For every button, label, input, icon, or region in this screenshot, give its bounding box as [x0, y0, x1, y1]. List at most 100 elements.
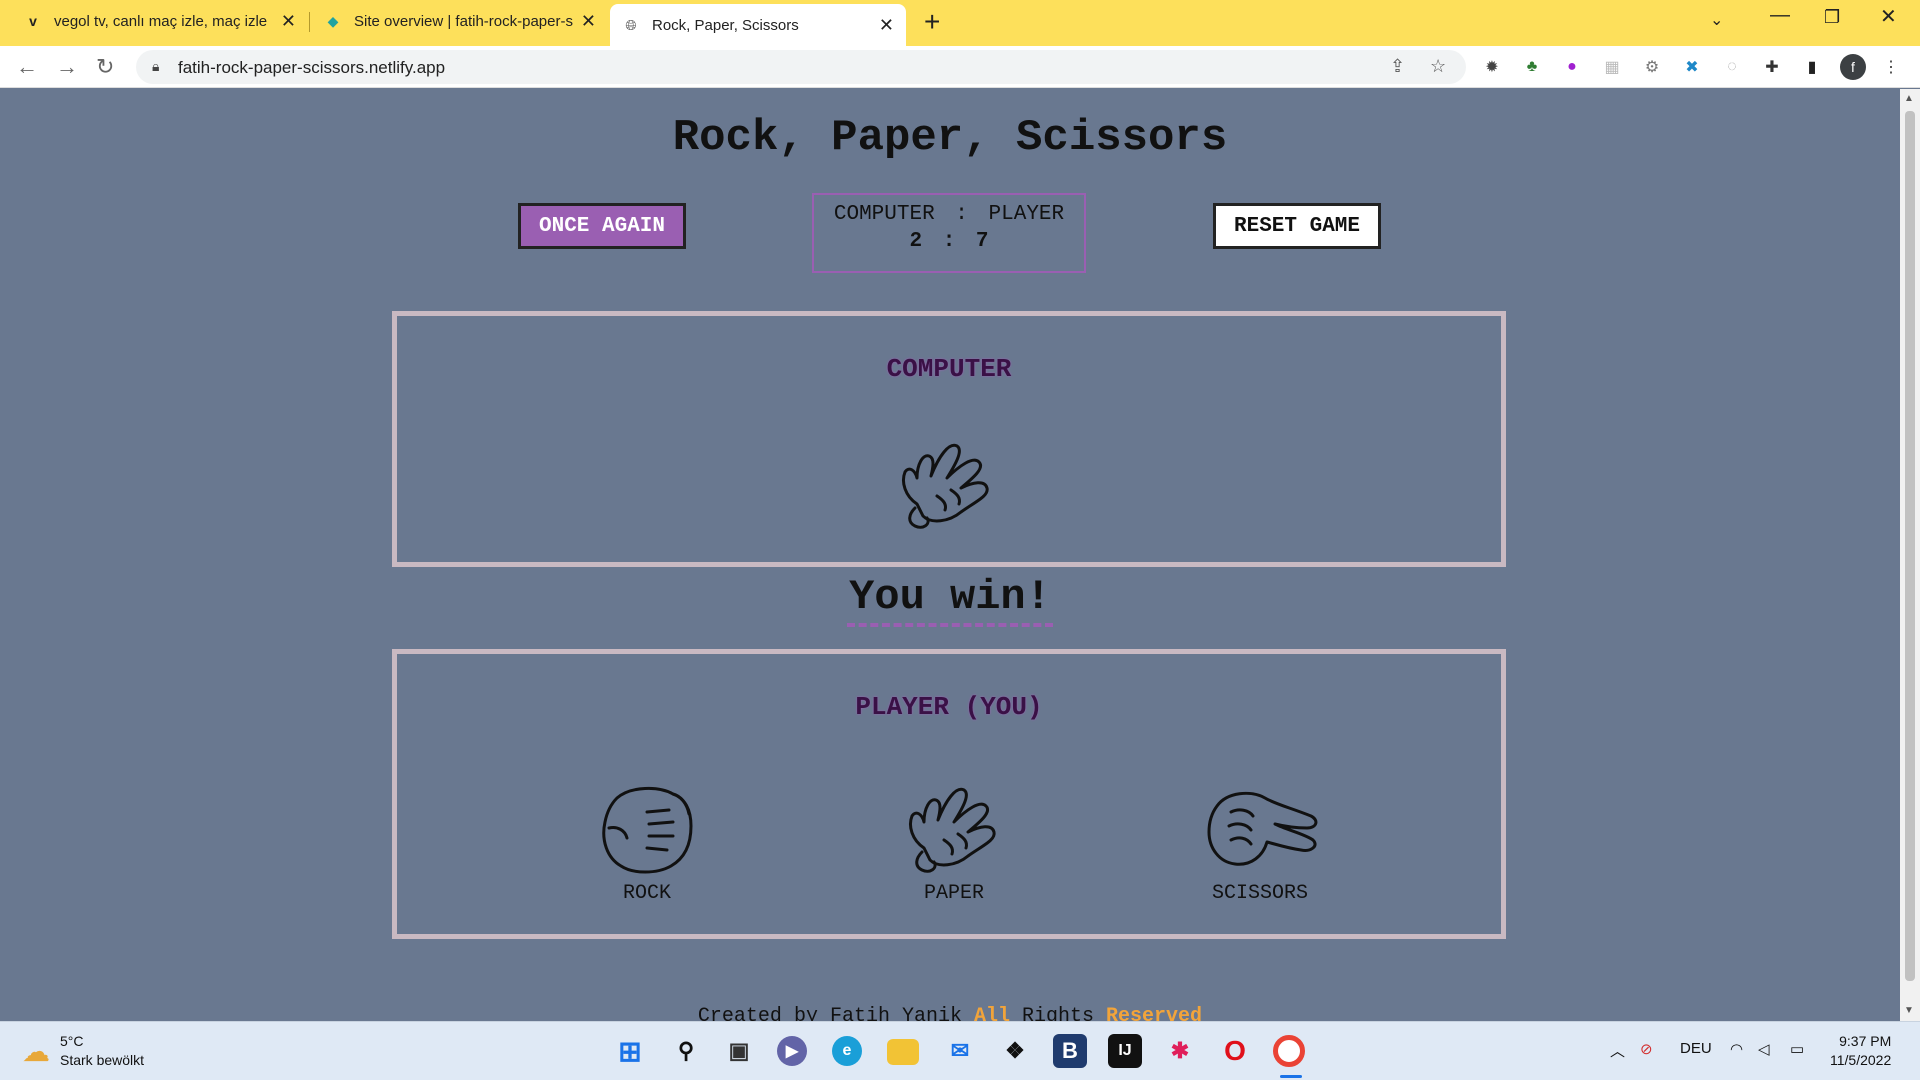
paper-choice[interactable]: PAPER [874, 778, 1034, 905]
weather-desc: Stark bewölkt [60, 1052, 145, 1068]
back-icon[interactable]: ← [16, 54, 38, 80]
forward-icon[interactable]: → [56, 54, 78, 80]
windows-taskbar: ☁ 5°C Stark bewölkt ⊞ ⚲ ▣ ▶ e ✉ ❖ B IJ ✱… [0, 1021, 1920, 1080]
scissors-hand-icon [1207, 791, 1318, 866]
profile-avatar[interactable]: f [1840, 54, 1866, 80]
bookmark-star-icon[interactable]: ☆ [1430, 56, 1446, 77]
player-panel: PLAYER (YOU) ROCK PAPER SCISSORS [392, 649, 1506, 939]
footer-all: All [973, 1005, 1010, 1021]
browser-tab-netlify[interactable]: ◆ Site overview | fatih-rock-paper-s ✕ [312, 0, 608, 42]
score-separator: : [955, 203, 968, 226]
wifi-icon[interactable]: ◠ [1730, 1040, 1743, 1058]
browser-tab-vegol[interactable]: v vegol tv, canlı maç izle, maç izle ✕ [12, 0, 308, 42]
netlify-icon: ◆ [327, 12, 339, 29]
new-tab-button[interactable]: + [924, 6, 940, 38]
side-panel-icon[interactable]: ▮ [1801, 56, 1823, 78]
browser-tab-active[interactable]: 🌐︎ Rock, Paper, Scissors ✕ [610, 4, 906, 46]
computer-panel-title: COMPUTER [886, 354, 1012, 384]
rock-label: ROCK [622, 882, 671, 905]
tray-overflow-icon[interactable]: ︿ [1610, 1040, 1625, 1061]
browser-toolbar: ← → ↻ 🔒︎ fatih-rock-paper-scissors.netli… [0, 46, 1920, 88]
tab-title: vegol tv, canlı maç izle, maç izle [54, 12, 268, 30]
bootstrap-studio-icon[interactable]: B [1053, 1034, 1087, 1068]
score-computer-value: 2 [909, 230, 923, 253]
clock-time: 9:37 PM [1839, 1033, 1892, 1049]
task-view-icon[interactable]: ▣ [722, 1034, 756, 1068]
intellij-icon[interactable]: IJ [1108, 1034, 1142, 1068]
network-error-icon[interactable]: ⊘ [1640, 1040, 1653, 1058]
gear-extension-icon[interactable]: ⚙ [1641, 56, 1663, 78]
scrollbar-thumb[interactable] [1905, 111, 1915, 981]
score-computer-label: COMPUTER [833, 203, 935, 226]
weather-temp: 5°C [60, 1033, 84, 1049]
close-tab-icon[interactable]: ✕ [879, 15, 894, 36]
scroll-up-icon[interactable]: ▲ [1904, 93, 1914, 104]
dropbox-icon[interactable]: ❖ [998, 1034, 1032, 1068]
once-again-button[interactable]: ONCE AGAIN [518, 203, 686, 249]
opera-icon[interactable]: O [1218, 1034, 1252, 1068]
tools-extension-icon[interactable]: ✖ [1681, 56, 1703, 78]
lock-icon: 🔒︎ [152, 58, 160, 74]
close-tab-icon[interactable]: ✕ [581, 11, 596, 32]
page-scrollbar[interactable]: ▲ ▼ [1900, 89, 1920, 1021]
chrome-icon[interactable] [1273, 1035, 1305, 1067]
score-player-label: PLAYER [988, 203, 1065, 226]
restore-icon[interactable]: ❐ [1824, 7, 1840, 28]
share-icon[interactable]: ⇪ [1390, 56, 1405, 77]
weather-widget[interactable]: ☁ 5°C Stark bewölkt [22, 1032, 144, 1070]
paper-label: PAPER [923, 882, 984, 905]
edge-icon[interactable]: e [832, 1036, 862, 1066]
teams-chat-icon[interactable]: ▶ [777, 1036, 807, 1066]
scroll-down-icon[interactable]: ▼ [1904, 1005, 1914, 1016]
globe-icon: 🌐︎ [625, 16, 637, 33]
tab-search-icon[interactable]: ⌄ [1710, 10, 1723, 30]
footer-rights: Rights [1022, 1005, 1095, 1021]
puzzle-extensions-icon[interactable]: ✚ [1761, 56, 1783, 78]
blank-extension-icon[interactable]: ▦ [1601, 56, 1623, 78]
more-menu-icon[interactable]: ⋮ [1880, 56, 1902, 78]
footer-reserved: Reserved [1106, 1005, 1203, 1021]
computer-choice-paper-hand-icon [887, 434, 1007, 539]
language-indicator[interactable]: DEU [1680, 1040, 1712, 1057]
active-app-indicator [1280, 1075, 1302, 1078]
page-title: Rock, Paper, Scissors [672, 113, 1228, 163]
bug-extension-icon[interactable]: ✹ [1481, 56, 1503, 78]
score-player-value: 7 [975, 230, 989, 253]
vegol-icon: v [29, 13, 37, 29]
url-text: fatih-rock-paper-scissors.netlify.app [178, 58, 446, 77]
close-window-icon[interactable]: ✕ [1880, 4, 1897, 29]
player-panel-title: PLAYER (YOU) [855, 692, 1043, 722]
reset-game-button[interactable]: RESET GAME [1213, 203, 1381, 249]
result-text: You win! [847, 573, 1053, 627]
rock-hand-icon [602, 787, 693, 874]
close-tab-icon[interactable]: ✕ [281, 11, 296, 32]
volume-icon[interactable]: ◁ [1758, 1040, 1770, 1058]
computer-panel: COMPUTER [392, 311, 1506, 567]
search-icon[interactable]: ⚲ [669, 1034, 703, 1068]
purple-extension-icon[interactable]: ● [1561, 56, 1583, 78]
address-bar[interactable]: 🔒︎ fatih-rock-paper-scissors.netlify.app… [136, 50, 1466, 84]
cloudy-weather-icon: ☁ [22, 1035, 50, 1067]
tree-extension-icon[interactable]: ♣ [1521, 56, 1543, 78]
paper-hand-icon [909, 787, 996, 873]
file-explorer-icon[interactable] [887, 1039, 919, 1065]
minimize-icon[interactable]: — [1770, 4, 1790, 27]
reload-icon[interactable]: ↻ [96, 54, 114, 80]
battery-icon[interactable]: ▭ [1790, 1040, 1804, 1058]
system-clock[interactable]: 9:37 PM 11/5/2022 [1830, 1032, 1891, 1070]
circle-extension-icon[interactable]: ◌ [1721, 56, 1743, 78]
browser-tab-bar: v vegol tv, canlı maç izle, maç izle ✕ ◆… [0, 0, 1920, 46]
scissors-choice[interactable]: SCISSORS [1180, 778, 1340, 905]
slack-icon[interactable]: ✱ [1163, 1034, 1197, 1068]
clock-date: 11/5/2022 [1830, 1052, 1892, 1068]
rock-choice[interactable]: ROCK [567, 778, 727, 905]
score-separator: : [942, 230, 956, 253]
footer-credit: Created by Fatih Yanik [697, 1005, 962, 1021]
footer: Created by Fatih Yanik All Rights Reserv… [0, 1005, 1900, 1021]
scoreboard: COMPUTER : PLAYER 2 : 7 [812, 193, 1086, 273]
tab-title: Rock, Paper, Scissors [652, 16, 799, 34]
tab-title: Site overview | fatih-rock-paper-s [354, 12, 573, 30]
page-content: Rock, Paper, Scissors ONCE AGAIN COMPUTE… [0, 89, 1900, 1021]
mail-icon[interactable]: ✉ [943, 1034, 977, 1068]
windows-start-icon[interactable]: ⊞ [613, 1034, 647, 1068]
